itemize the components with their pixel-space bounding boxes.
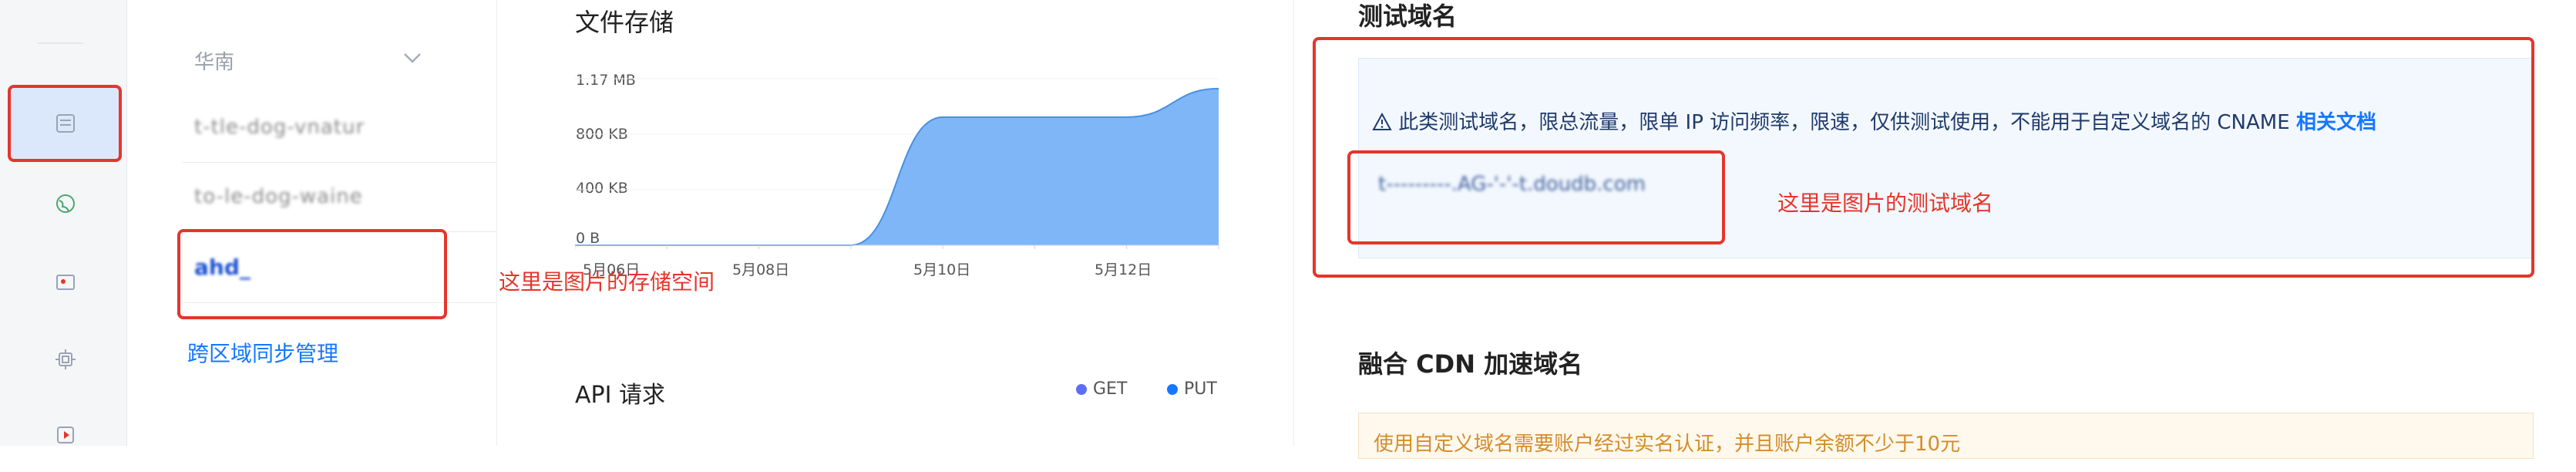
x-tick-label: 5月12日 xyxy=(1095,261,1152,278)
annotation-domain-note: 这里是图片的测试域名 xyxy=(1777,190,1994,216)
sidebar-item-media[interactable] xyxy=(9,398,121,472)
storage-chart-title: 文件存储 xyxy=(575,8,674,37)
bucket-item[interactable]: to-le-dog-waine xyxy=(194,185,363,208)
bucket-item[interactable]: t-tle-dog-vnatur xyxy=(194,116,365,139)
legend-dot-get xyxy=(1076,383,1087,395)
annotation-box-domain-value xyxy=(1347,150,1725,244)
storage-area-fill xyxy=(575,88,1219,245)
storage-area-chart xyxy=(575,78,1219,249)
legend-label-put: PUT xyxy=(1184,379,1217,399)
cross-region-sync-link[interactable]: 跨区域同步管理 xyxy=(187,337,338,368)
sidebar-item-image[interactable] xyxy=(9,245,121,319)
chip-icon xyxy=(55,349,76,369)
cdn-domain-title: 融合 CDN 加速域名 xyxy=(1358,349,1583,379)
image-icon xyxy=(55,275,75,290)
rail-divider xyxy=(37,42,83,44)
sidebar-rail xyxy=(0,0,127,446)
video-icon xyxy=(56,426,74,443)
region-select-label[interactable]: 华南 xyxy=(194,46,234,75)
sidebar-item-cdn[interactable] xyxy=(9,167,121,241)
cdn-warning-text: 使用自定义域名需要账户经过实名认证，并且账户余额不少于10元 xyxy=(1374,433,1961,456)
globe-icon xyxy=(55,194,75,213)
bucket-divider xyxy=(183,162,497,163)
sidebar-item-compute[interactable] xyxy=(9,322,121,396)
storage-chart-panel: 文件存储 1.17 MB 800 KB 400 KB 0 B 5月06日 5月0… xyxy=(498,0,1294,446)
legend-dot-put xyxy=(1167,383,1178,395)
annotation-storage-note: 这里是图片的存储空间 xyxy=(499,269,715,295)
annotation-box-sidebar xyxy=(8,85,122,162)
legend-get[interactable]: GET xyxy=(1076,379,1127,399)
legend-label-get: GET xyxy=(1093,379,1128,399)
x-tick-label: 5月10日 xyxy=(913,261,971,278)
bucket-list-panel: 华南 t-tle-dog-vnatur to-le-dog-waine ahd_… xyxy=(127,0,497,446)
annotation-box-bucket xyxy=(177,229,447,319)
chevron-down-icon[interactable] xyxy=(401,46,424,69)
legend-put[interactable]: PUT xyxy=(1167,379,1217,399)
api-requests-title: API 请求 xyxy=(575,382,665,409)
test-domain-title: 测试域名 xyxy=(1358,2,1458,31)
x-tick-label: 5月08日 xyxy=(732,261,790,278)
